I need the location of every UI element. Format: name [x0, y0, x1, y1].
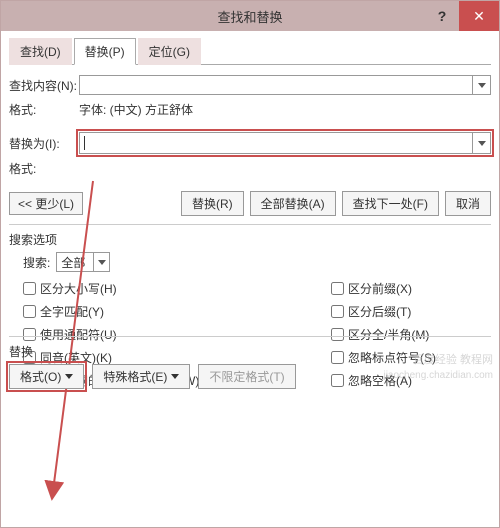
dialog-window: 查找和替换 ? ✕ 查找(D) 替换(P) 定位(G) 查找内容(N): 格式:…: [0, 0, 500, 528]
checkbox-label: 全字匹配(Y): [40, 303, 104, 320]
cancel-button[interactable]: 取消: [445, 191, 491, 216]
tab-find[interactable]: 查找(D): [9, 38, 72, 65]
titlebar-buttons: ? ✕: [425, 1, 499, 31]
find-format-row: 格式: 字体: (中文) 方正舒体: [9, 101, 491, 118]
replace-button[interactable]: 替换(R): [181, 191, 244, 216]
find-label: 查找内容(N):: [9, 77, 79, 94]
checkbox-label: 区分后缀(T): [348, 303, 411, 320]
close-button[interactable]: ✕: [459, 1, 499, 31]
search-direction-value: 全部: [61, 254, 85, 271]
checkbox-label: 区分前缀(X): [348, 280, 412, 297]
chevron-down-icon[interactable]: [472, 76, 490, 94]
tab-strip: 查找(D) 替换(P) 定位(G): [9, 37, 491, 65]
find-next-button[interactable]: 查找下一处(F): [342, 191, 439, 216]
search-direction-select[interactable]: 全部: [56, 252, 110, 272]
checkbox-input[interactable]: [331, 282, 344, 295]
divider: [9, 224, 491, 225]
find-row: 查找内容(N):: [9, 75, 491, 95]
checkbox-input[interactable]: [23, 305, 36, 318]
checkbox-label: 区分大小写(H): [40, 280, 117, 297]
special-format-button[interactable]: 特殊格式(E): [92, 364, 190, 389]
replace-format-row: 格式:: [9, 160, 491, 177]
dialog-body: 查找(D) 替换(P) 定位(G) 查找内容(N): 格式: 字体: (中文) …: [1, 31, 499, 397]
watermark-url: jiaocheng.chazidian.com: [383, 370, 493, 381]
checkbox-match-case[interactable]: 区分大小写(H): [23, 280, 331, 297]
find-format-value: 字体: (中文) 方正舒体: [79, 101, 491, 118]
search-direction-label: 搜索:: [23, 254, 50, 271]
watermark-text: 百度经验 教程网: [413, 351, 493, 367]
checkbox-prefix[interactable]: 区分前缀(X): [331, 280, 491, 297]
text-cursor: [84, 136, 85, 150]
replace-label: 替换为(I):: [9, 135, 79, 152]
replace-row: 替换为(I):: [9, 132, 491, 154]
dropdown-icon: [65, 374, 73, 379]
tab-goto[interactable]: 定位(G): [138, 38, 201, 65]
checkbox-input[interactable]: [331, 305, 344, 318]
dropdown-icon: [171, 374, 179, 379]
format-button[interactable]: 格式(O): [9, 364, 84, 389]
replace-all-button[interactable]: 全部替换(A): [250, 191, 336, 216]
find-format-label: 格式:: [9, 101, 79, 118]
divider: [9, 336, 491, 337]
special-format-label: 特殊格式(E): [103, 368, 167, 385]
help-button[interactable]: ?: [425, 1, 459, 31]
tab-replace[interactable]: 替换(P): [74, 38, 136, 65]
titlebar: 查找和替换 ? ✕: [1, 1, 499, 31]
find-input[interactable]: [79, 75, 491, 95]
no-format-button[interactable]: 不限定格式(T): [198, 364, 295, 389]
search-options-title: 搜索选项: [9, 231, 491, 248]
replace-format-value: [79, 160, 491, 177]
search-direction-row: 搜索: 全部: [23, 252, 491, 272]
replace-input[interactable]: [79, 132, 491, 154]
chevron-down-icon[interactable]: [93, 253, 109, 271]
action-button-row: << 更少(L) 替换(R) 全部替换(A) 查找下一处(F) 取消: [9, 191, 491, 216]
checkbox-whole-word[interactable]: 全字匹配(Y): [23, 303, 331, 320]
checkbox-suffix[interactable]: 区分后缀(T): [331, 303, 491, 320]
checkbox-input[interactable]: [23, 282, 36, 295]
chevron-down-icon[interactable]: [472, 133, 490, 153]
format-button-label: 格式(O): [20, 368, 61, 385]
less-button[interactable]: << 更少(L): [9, 192, 83, 215]
replace-format-label: 格式:: [9, 160, 79, 177]
